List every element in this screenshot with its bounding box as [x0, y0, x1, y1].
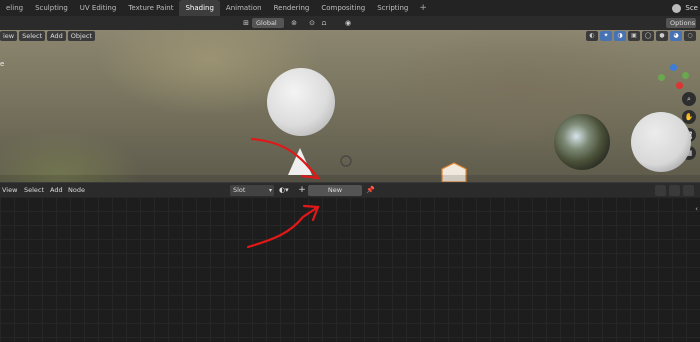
scene-label: Sce [685, 4, 698, 12]
viewport-tool-header: ⊞ Global ⊚ ⊙ ⩍ ◉ Options [0, 16, 700, 30]
node-editor-right-tools [655, 185, 694, 196]
transform-orientation-icon: ⊞ [243, 19, 249, 27]
white-sphere-object[interactable] [267, 68, 335, 136]
tab-sculpting[interactable]: Sculpting [29, 0, 74, 16]
node-menu-view[interactable]: View [2, 185, 17, 196]
material-browse-icon[interactable]: ◐▾ [279, 185, 295, 196]
slot-label: Slot [233, 186, 246, 194]
red-annotation-arrow-bottom [246, 205, 320, 249]
proportional-edit-icon[interactable]: ◉ [342, 18, 354, 28]
hdri-diffuse-sphere[interactable] [631, 112, 691, 172]
orientation-value: Global [256, 19, 277, 27]
tab-rendering[interactable]: Rendering [268, 0, 316, 16]
tab-animation[interactable]: Animation [220, 0, 268, 16]
backdrop-icon[interactable] [655, 185, 666, 196]
snap-target-icon[interactable]: ⩍ [318, 18, 330, 28]
new-button-label: New [327, 186, 343, 194]
3d-viewport[interactable]: iew Select Add Object e ◐ ✦ ◑ ▣ ◯ ● ◕ ○ … [0, 30, 700, 182]
tab-compositing[interactable]: Compositing [315, 0, 371, 16]
scene-icon [672, 3, 682, 13]
tab-modeling[interactable]: eling [0, 0, 29, 16]
options-dropdown[interactable]: Options [666, 18, 696, 28]
snap-node-icon[interactable] [683, 185, 694, 196]
scene-selector[interactable]: Sce [672, 0, 700, 16]
node-menu-add[interactable]: Add [50, 185, 63, 196]
pin-icon[interactable]: 📌 [366, 185, 376, 196]
add-workspace-button[interactable]: + [414, 0, 432, 16]
node-editor-header: View Select Add Node Slot ▾ ◐▾ New + 📌 [0, 182, 700, 197]
annotation-layer [246, 204, 320, 249]
tab-shading[interactable]: Shading [179, 0, 220, 16]
hdri-chrome-sphere[interactable] [554, 114, 610, 170]
pivot-icon[interactable]: ⊚ [288, 18, 300, 28]
viewport-scene [0, 68, 700, 182]
plus-icon[interactable]: + [296, 185, 308, 196]
chevron-down-icon: ▾ [268, 187, 272, 194]
slot-dropdown[interactable]: Slot ▾ [230, 185, 274, 196]
node-menu-node[interactable]: Node [68, 185, 85, 196]
snap-icon[interactable]: ⊙ [306, 18, 318, 28]
light-object-icon[interactable] [340, 155, 352, 167]
tab-scripting[interactable]: Scripting [371, 0, 414, 16]
node-editor-canvas[interactable]: ‹ [0, 197, 700, 342]
tab-texture-paint[interactable]: Texture Paint [122, 0, 179, 16]
tab-uv-editing[interactable]: UV Editing [74, 0, 123, 16]
workspace-tabs-bar: eling Sculpting UV Editing Texture Paint… [0, 0, 700, 16]
overlay-icon[interactable] [669, 185, 680, 196]
orientation-dropdown[interactable]: Global [252, 18, 284, 28]
new-material-button[interactable]: New [308, 185, 362, 196]
options-label: Options [670, 19, 696, 27]
node-menu-select[interactable]: Select [24, 185, 44, 196]
